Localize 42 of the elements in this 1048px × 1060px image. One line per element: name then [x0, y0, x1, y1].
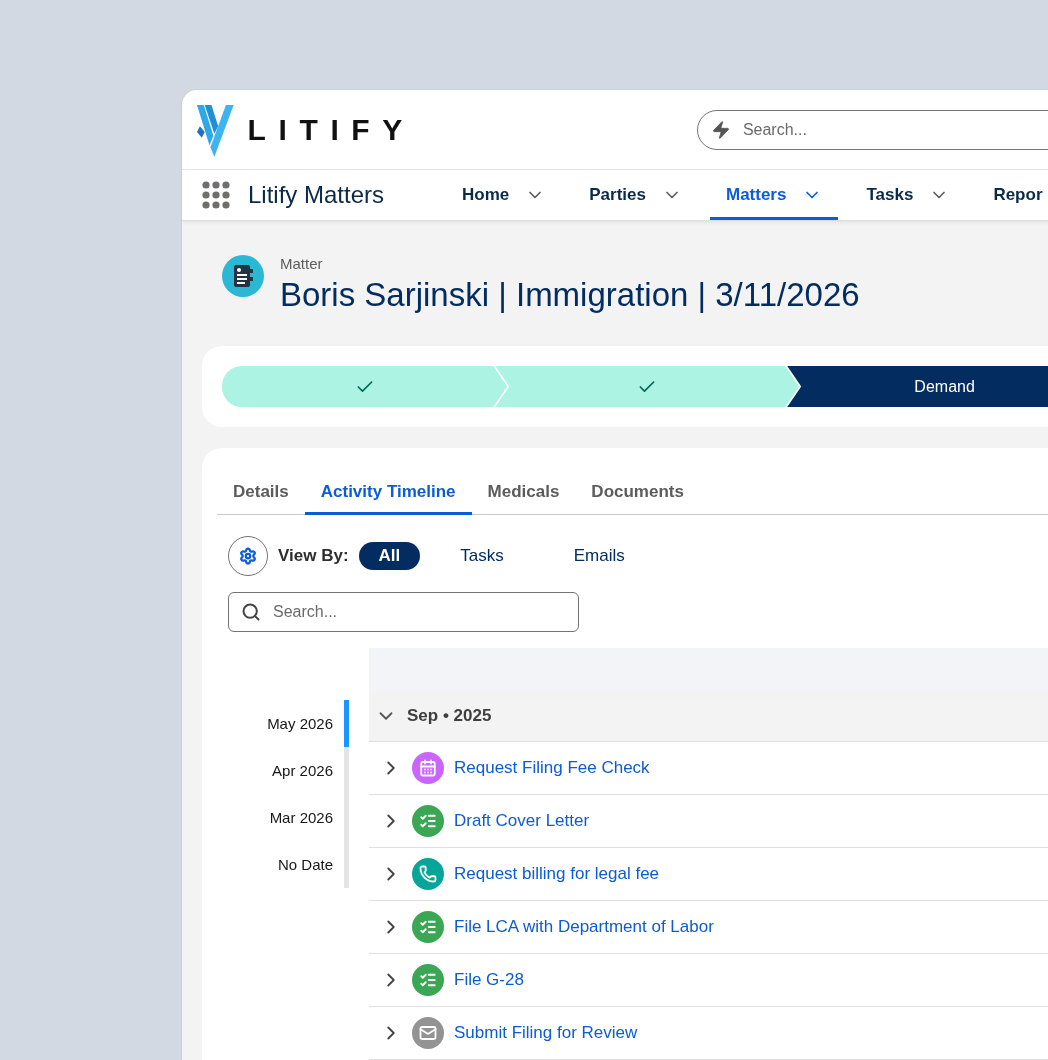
- date-nav-item[interactable]: Mar 2026: [202, 794, 349, 841]
- settings-button[interactable]: [228, 536, 268, 576]
- checklist-badge-icon: [412, 964, 444, 996]
- search-field[interactable]: Search...: [228, 592, 579, 632]
- nav-tab[interactable]: Home: [446, 170, 562, 220]
- record-title: Boris Sarjinski | Immigration | 3/11/2026: [280, 276, 860, 314]
- activity-link[interactable]: Request billing for legal fee: [454, 864, 660, 884]
- activity-link[interactable]: File LCA with Department of Labor: [454, 917, 714, 937]
- date-nav-item[interactable]: No Date: [202, 841, 349, 888]
- tab[interactable]: Activity Timeline: [304, 468, 472, 515]
- logo-text: LITIFY: [247, 112, 415, 147]
- settings-icon: [239, 547, 257, 565]
- activity-link[interactable]: File G-28: [454, 970, 524, 990]
- app-name: Litify Matters: [248, 181, 385, 210]
- nav-tab[interactable]: Matters: [709, 170, 839, 220]
- record-type-label: Matter: [280, 255, 324, 272]
- path-step[interactable]: Demand: [787, 366, 1048, 407]
- group-header[interactable]: Sep • 2025: [369, 690, 1048, 742]
- tab[interactable]: Details: [217, 468, 305, 515]
- app-launcher-icon[interactable]: [202, 181, 230, 210]
- filter-option[interactable]: Emails: [543, 542, 655, 570]
- phone-badge-icon: [412, 858, 444, 890]
- nav-tab[interactable]: Repor: [977, 170, 1048, 220]
- activity-link[interactable]: Submit Filing for Review: [454, 1023, 638, 1043]
- tab[interactable]: Documents: [575, 468, 700, 515]
- envelope-badge-icon: [412, 1017, 444, 1049]
- activity-link[interactable]: Request Filing Fee Check: [454, 758, 650, 778]
- lightning-icon: [710, 119, 731, 140]
- filter-option[interactable]: All: [358, 542, 421, 570]
- search-icon: [241, 602, 261, 622]
- checklist-badge-icon: [412, 805, 444, 837]
- nav-tab[interactable]: Parties: [573, 170, 698, 220]
- calendar-badge-icon: [412, 752, 444, 784]
- filter-option[interactable]: Tasks: [430, 542, 534, 570]
- date-nav-item[interactable]: May 2026: [202, 700, 349, 747]
- view-by-label: View By:: [278, 546, 349, 566]
- record-icon: [222, 255, 264, 297]
- nav-tab[interactable]: Tasks: [850, 170, 966, 220]
- checklist-badge-icon: [412, 911, 444, 943]
- activity-link[interactable]: Draft Cover Letter: [454, 811, 590, 831]
- tab[interactable]: Medicals: [471, 468, 576, 515]
- date-nav-item[interactable]: Apr 2026: [202, 747, 349, 794]
